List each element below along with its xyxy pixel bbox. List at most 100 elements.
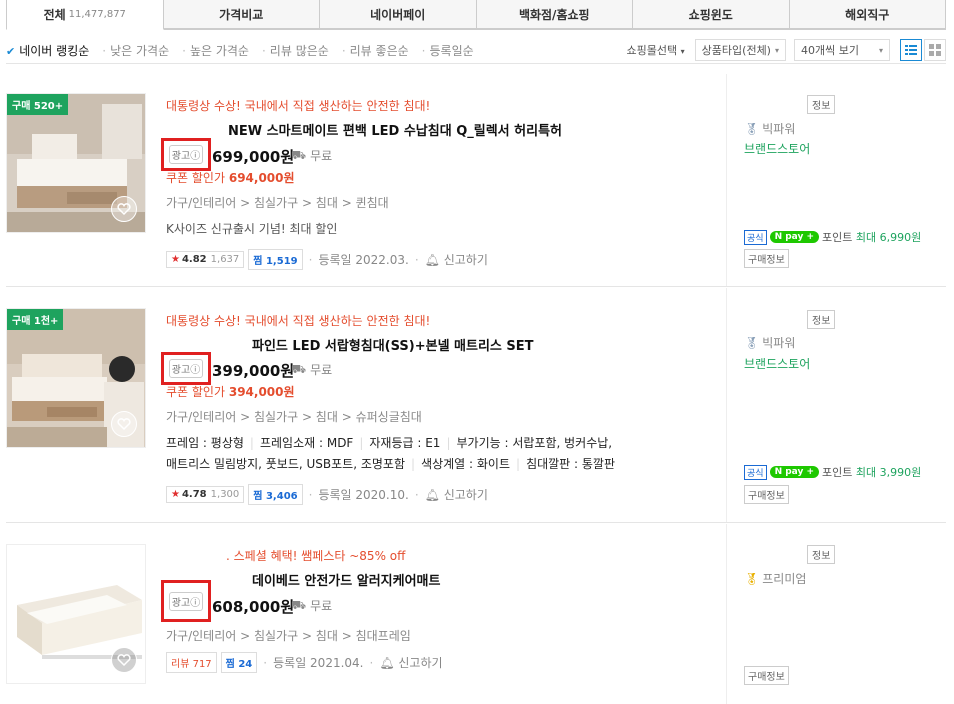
- rating-badge[interactable]: ★ 4.82 1,637: [166, 251, 245, 268]
- tab-department-store[interactable]: 백화점/홈쇼핑: [476, 0, 633, 29]
- tab-all[interactable]: 전체 11,477,877: [6, 0, 164, 30]
- ad-label[interactable]: 광고ⓘ: [168, 359, 204, 378]
- ad-label[interactable]: 광고ⓘ: [168, 145, 204, 164]
- truck-icon: ⛟: [291, 361, 307, 376]
- caret-down-icon: ▾: [680, 47, 685, 56]
- bell-icon: 🔔︎: [424, 488, 440, 502]
- list-view-button[interactable]: [900, 39, 922, 61]
- buy-info-button[interactable]: 구매정보: [744, 485, 789, 504]
- medal-icon: 🏅︎: [744, 121, 760, 136]
- sort-high-price[interactable]: · 높은 가격순: [182, 42, 249, 59]
- tab-overseas[interactable]: 해외직구: [789, 0, 946, 29]
- sort-ranking[interactable]: ✔ 네이버 랭킹순: [6, 42, 89, 59]
- shipping-text: 무료: [310, 599, 333, 613]
- npay-point: 공식 N pay + 포인트 최대 6,990원: [744, 229, 921, 245]
- zzim-badge[interactable]: 찜 24: [220, 652, 258, 673]
- report-link[interactable]: 🔔︎ 신고하기: [425, 486, 488, 503]
- seller-grade: 🏅︎ 프리미엄: [744, 570, 806, 587]
- divider: |: [516, 457, 521, 471]
- rating-badge[interactable]: ★ 4.78 1,300: [166, 486, 245, 503]
- medal-icon: 🏅︎: [744, 571, 760, 586]
- tab-all-count: 11,477,877: [68, 9, 126, 20]
- coupon-label: 쿠폰 할인가: [166, 385, 226, 399]
- official-badge: 공식: [744, 229, 767, 245]
- tab-shopping-window[interactable]: 쇼핑윈도: [633, 0, 790, 29]
- price: 399,000원: [212, 362, 295, 380]
- star-icon: ★: [171, 489, 180, 500]
- dot-icon: ·: [414, 487, 419, 502]
- ad-label[interactable]: 광고ⓘ: [168, 591, 204, 611]
- spec-item: 자재등급 : E1: [369, 436, 441, 450]
- product-meta: ★ 4.78 1,300 찜 3,406 · 등록일 2020.10. · 🔔︎ 신…: [166, 484, 488, 505]
- seller-info-button[interactable]: 정보: [807, 95, 836, 114]
- sort-low-price[interactable]: · 낮은 가격순: [102, 42, 169, 59]
- zzim-badge[interactable]: 찜 3,406: [248, 484, 303, 505]
- product-description: K사이즈 신규출시 기념! 최대 할인: [166, 222, 338, 236]
- category-path[interactable]: 가구/인테리어 > 침실가구 > 침대 > 슈퍼싱글침대: [166, 408, 422, 425]
- spec-item: 프레임 : 평상형: [166, 436, 244, 450]
- divider: |: [249, 436, 254, 450]
- tab-naver-pay[interactable]: 네이버페이: [320, 0, 477, 29]
- product-type-label: 상품타입(전체): [701, 44, 771, 57]
- bell-icon: 🔔︎: [379, 656, 395, 670]
- review-badge[interactable]: 리뷰 717: [166, 652, 217, 673]
- rating-count: 1,637: [210, 254, 240, 265]
- category-path[interactable]: 가구/인테리어 > 침실가구 > 침대 > 퀸침대: [166, 194, 389, 211]
- buy-info-button[interactable]: 구매정보: [744, 666, 789, 685]
- buy-info-button[interactable]: 구매정보: [744, 249, 789, 268]
- heart-icon[interactable]: [111, 411, 137, 437]
- shipping-text: 무료: [310, 363, 333, 377]
- category-tabs: 전체 11,477,877 가격비교 네이버페이 백화점/홈쇼핑 쇼핑윈도 해외직…: [6, 0, 946, 30]
- category-path[interactable]: 가구/인테리어 > 침실가구 > 침대 > 침대프레임: [166, 627, 411, 644]
- grade-label: 빅파워: [762, 122, 796, 136]
- registered-date: 등록일 2022.03.: [318, 253, 409, 267]
- product-title[interactable]: 데이베드 안전가드 알러지케어매트: [252, 570, 440, 589]
- official-badge: 공식: [744, 464, 767, 480]
- report-label: 신고하기: [443, 488, 488, 502]
- divider: |: [359, 436, 364, 450]
- page-size-select[interactable]: 40개씩 보기 ▾: [794, 39, 890, 61]
- spec-item: 색상계열 : 화이트: [421, 457, 511, 471]
- product-image[interactable]: 구매 1천+: [6, 308, 146, 448]
- npay-label: pay: [785, 467, 804, 477]
- dot-icon: ·: [261, 44, 266, 58]
- shipping: ⛟ 무료: [291, 147, 332, 164]
- tab-price-compare[interactable]: 가격비교: [163, 0, 320, 29]
- sort-review-count[interactable]: · 리뷰 많은순: [262, 42, 329, 59]
- point-label: 포인트: [822, 231, 853, 244]
- star-icon: ★: [171, 254, 180, 265]
- heart-shape: [117, 654, 131, 666]
- product-item: 구매 1천+ 대통령상 수상! 국내에서 직접 생산하는 안전한 침대! 파인드…: [6, 288, 946, 523]
- product-image[interactable]: [6, 544, 146, 684]
- divider: |: [411, 457, 416, 471]
- grade-label: 프리미엄: [762, 572, 807, 586]
- product-image[interactable]: 구매 520+: [6, 93, 146, 233]
- sort-review-score[interactable]: · 리뷰 좋은순: [342, 42, 409, 59]
- product-title[interactable]: NEW 스마트메이트 편백 LED 수납침대 Q_릴렉서 허리특허: [228, 120, 562, 139]
- grid-view-icon: [929, 44, 941, 56]
- product-title[interactable]: 파인드 LED 서랍형침대(SS)+본넬 매트리스 SET: [252, 335, 534, 354]
- dot-icon: ·: [263, 655, 268, 670]
- shipping: ⛟ 무료: [291, 361, 332, 378]
- report-link[interactable]: 🔔︎ 신고하기: [425, 251, 488, 268]
- price: 699,000원: [212, 148, 295, 166]
- seller-panel: 정보 🏅︎ 빅파워 브랜드스토어 공식 N pay + 포인트 최대 6,990원 구…: [726, 74, 946, 286]
- sort-registered[interactable]: · 등록일순: [422, 42, 474, 59]
- report-link[interactable]: 🔔︎ 신고하기: [379, 654, 442, 671]
- mall-select-label: 쇼핑몰선택: [626, 44, 678, 57]
- heart-shape: [117, 418, 131, 430]
- mall-select[interactable]: 쇼핑몰선택 ▾: [627, 42, 685, 58]
- purchase-badge: 구매 1천+: [7, 309, 64, 330]
- heart-icon[interactable]: [111, 196, 137, 222]
- product-type-select[interactable]: 상품타입(전체) ▾: [694, 39, 786, 61]
- seller-info-button[interactable]: 정보: [807, 310, 836, 329]
- seller-info-button[interactable]: 정보: [807, 545, 836, 564]
- heart-icon[interactable]: [111, 647, 137, 673]
- point-label: 포인트: [822, 466, 853, 479]
- coupon-price: 쿠폰 할인가 394,000원: [166, 383, 295, 400]
- page-size-label: 40개씩 보기: [801, 44, 859, 57]
- grid-view-button[interactable]: [924, 39, 946, 61]
- zzim-badge[interactable]: 찜 1,519: [248, 249, 303, 270]
- coupon-label: 쿠폰 할인가: [166, 171, 226, 185]
- medal-icon: 🏅︎: [744, 335, 760, 350]
